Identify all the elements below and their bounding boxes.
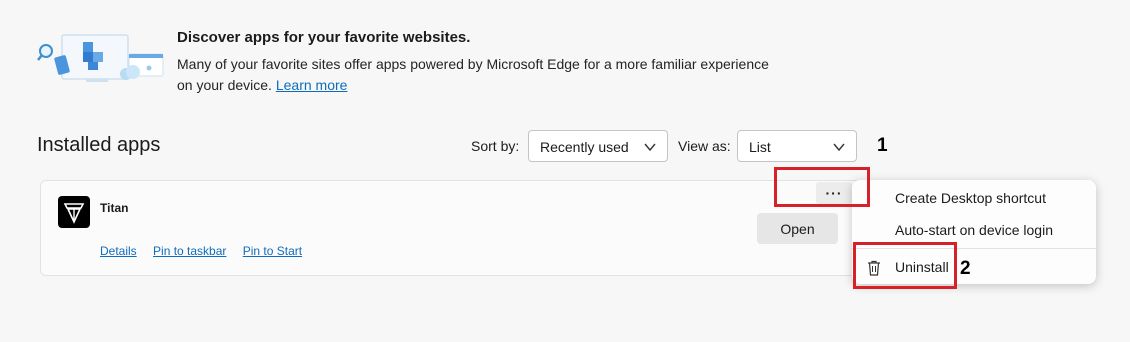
discover-title: Discover apps for your favorite websites… xyxy=(177,29,471,46)
view-as-label: View as: xyxy=(678,138,731,154)
view-as-value: List xyxy=(749,139,771,155)
learn-more-link[interactable]: Learn more xyxy=(276,77,348,93)
chevron-down-icon xyxy=(833,143,845,152)
menu-item-uninstall[interactable]: Uninstall xyxy=(852,252,1096,282)
app-name: Titan xyxy=(100,201,129,215)
sort-by-dropdown[interactable]: Recently used xyxy=(528,130,668,162)
open-button[interactable]: Open xyxy=(757,213,838,244)
more-options-button[interactable]: ··· xyxy=(816,182,852,204)
installed-apps-heading: Installed apps xyxy=(37,134,161,156)
menu-item-label: Create Desktop shortcut xyxy=(895,190,1046,206)
menu-divider xyxy=(852,248,1096,249)
menu-item-auto-start[interactable]: Auto-start on device login xyxy=(852,215,1096,245)
pin-to-taskbar-link[interactable]: Pin to taskbar xyxy=(153,244,226,258)
pin-to-start-link[interactable]: Pin to Start xyxy=(243,244,302,258)
discover-illustration xyxy=(36,30,166,86)
app-links: Details Pin to taskbar Pin to Start xyxy=(100,244,315,258)
trash-icon xyxy=(868,260,880,276)
discover-description-text: Many of your favorite sites offer apps p… xyxy=(177,56,769,93)
sort-by-label: Sort by: xyxy=(471,138,520,154)
app-card: Titan Details Pin to taskbar Pin to Star… xyxy=(40,180,900,276)
view-as-dropdown[interactable]: List xyxy=(737,130,857,162)
step-number-2: 2 xyxy=(960,258,971,279)
app-context-menu: Create Desktop shortcut Auto-start on de… xyxy=(852,180,1096,284)
menu-item-create-desktop-shortcut[interactable]: Create Desktop shortcut xyxy=(852,183,1096,213)
sort-by-value: Recently used xyxy=(540,139,629,155)
discover-description: Many of your favorite sites offer apps p… xyxy=(177,54,787,96)
details-link[interactable]: Details xyxy=(100,244,137,258)
titan-app-icon xyxy=(58,196,90,228)
menu-item-label: Auto-start on device login xyxy=(895,222,1053,238)
step-number-1: 1 xyxy=(877,135,888,156)
menu-item-label: Uninstall xyxy=(895,259,949,275)
chevron-down-icon xyxy=(644,143,656,152)
